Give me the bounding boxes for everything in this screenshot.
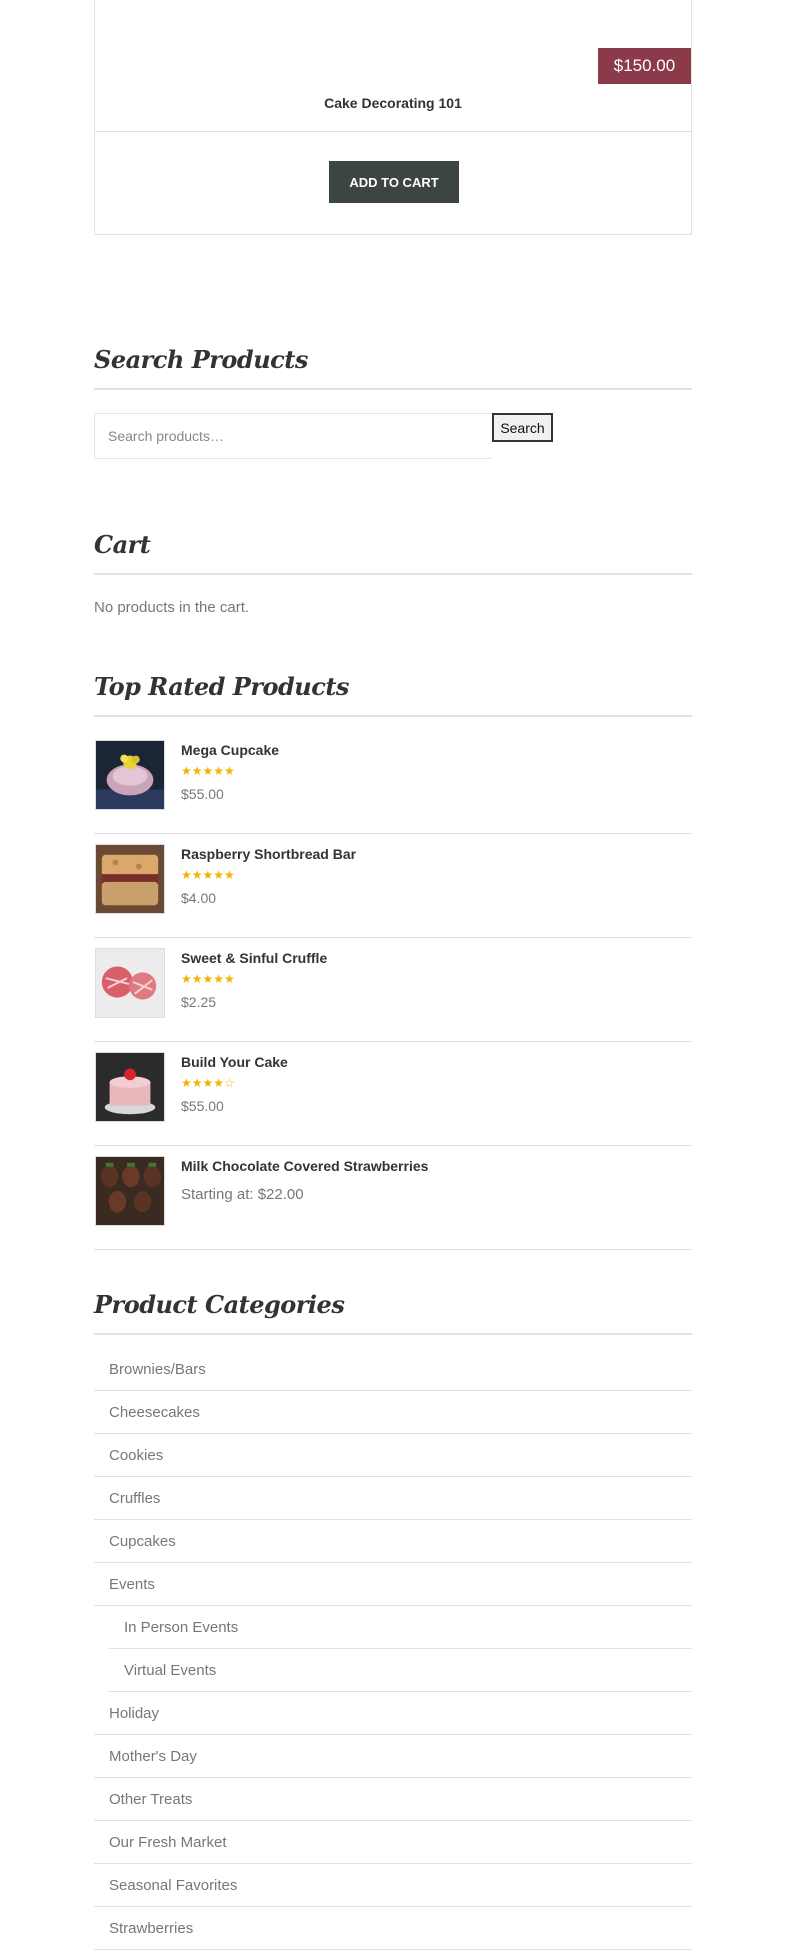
product-price: Starting at: $22.00 <box>181 1186 304 1203</box>
product-price: $55.00 <box>181 1098 224 1114</box>
top-rated-list: Mega Cupcake ★★★★★ $55.00 Raspberry Shor… <box>94 730 692 1250</box>
list-item: Build Your Cake ★★★★☆ $55.00 <box>94 1042 692 1146</box>
product-name[interactable]: Mega Cupcake <box>181 742 279 758</box>
category-link[interactable]: Our Fresh Market <box>94 1821 692 1864</box>
category-link[interactable]: Events <box>94 1563 692 1606</box>
category-link[interactable]: Cruffles <box>94 1477 692 1520</box>
category-link[interactable]: Mother's Day <box>94 1735 692 1778</box>
shortbread-thumbnail[interactable] <box>95 844 165 914</box>
category-link[interactable]: Seasonal Favorites <box>94 1864 692 1907</box>
product-price: $2.25 <box>181 994 217 1010</box>
product-price: $55.00 <box>181 786 224 802</box>
category-link[interactable]: Brownies/Bars <box>94 1348 692 1391</box>
category-link[interactable]: Other Treats <box>94 1778 692 1821</box>
card-divider <box>95 131 691 132</box>
list-item: Sweet & Sinful Cruffle ★★★★★ $2.25 <box>94 938 692 1042</box>
cupcake-thumbnail[interactable] <box>95 740 165 810</box>
category-link[interactable]: Strawberries <box>94 1907 692 1950</box>
product-name[interactable]: Build Your Cake <box>181 1054 288 1070</box>
categories-list: Brownies/Bars Cheesecakes Cookies Cruffl… <box>94 1348 692 1950</box>
product-name[interactable]: Raspberry Shortbread Bar <box>181 846 356 862</box>
empty-cart-message: No products in the cart. <box>94 599 250 616</box>
product-name[interactable]: Sweet & Sinful Cruffle <box>181 950 327 966</box>
product-price: $4.00 <box>181 890 217 906</box>
category-link[interactable]: Holiday <box>94 1692 692 1735</box>
cruffle-thumbnail[interactable] <box>95 948 165 1018</box>
star-rating-icon: ★★★★★ <box>181 972 235 986</box>
search-button[interactable]: Search <box>492 413 553 442</box>
price-badge: $150.00 <box>598 48 691 84</box>
category-link[interactable]: Cheesecakes <box>94 1391 692 1434</box>
strawberries-thumbnail[interactable] <box>95 1156 165 1226</box>
categories-heading: Product Categories <box>94 1290 692 1335</box>
cart-heading: Cart <box>94 530 692 575</box>
product-name[interactable]: Milk Chocolate Covered Strawberries <box>181 1158 428 1174</box>
search-input[interactable] <box>94 413 492 459</box>
search-form: Search <box>94 413 692 459</box>
category-link[interactable]: Cookies <box>94 1434 692 1477</box>
top-rated-heading: Top Rated Products <box>94 672 692 717</box>
list-item: Mega Cupcake ★★★★★ $55.00 <box>94 730 692 834</box>
subcategory-link[interactable]: Virtual Events <box>109 1649 692 1692</box>
add-to-cart-button[interactable]: ADD TO CART <box>329 161 459 203</box>
product-title[interactable]: Cake Decorating 101 <box>95 95 691 111</box>
product-card: $150.00 Cake Decorating 101 ADD TO CART <box>94 0 692 235</box>
star-rating-icon: ★★★★★ <box>181 868 235 882</box>
list-item: Raspberry Shortbread Bar ★★★★★ $4.00 <box>94 834 692 938</box>
star-rating-icon: ★★★★★ <box>181 764 235 778</box>
search-heading: Search Products <box>94 345 692 390</box>
category-link[interactable]: Cupcakes <box>94 1520 692 1563</box>
star-rating-icon: ★★★★☆ <box>181 1076 235 1090</box>
subcategory-link[interactable]: In Person Events <box>109 1606 692 1649</box>
cake-thumbnail[interactable] <box>95 1052 165 1122</box>
list-item: Milk Chocolate Covered Strawberries Star… <box>94 1146 692 1250</box>
